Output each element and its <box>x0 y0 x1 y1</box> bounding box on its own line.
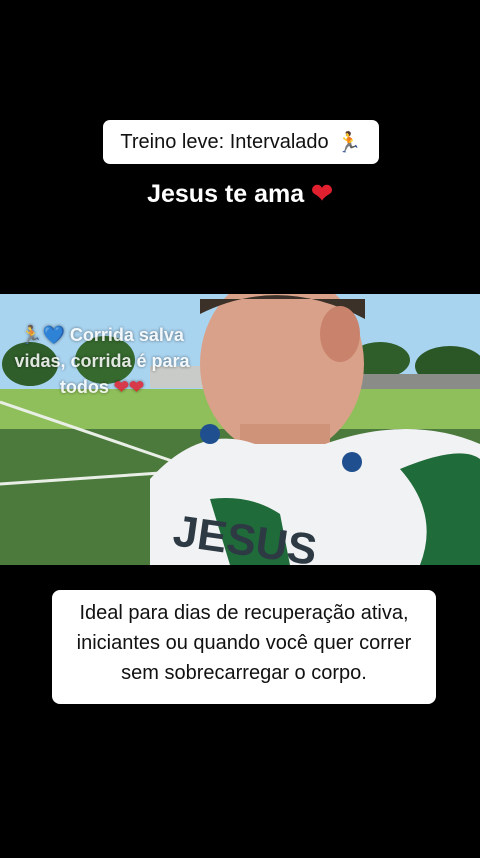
subtitle: Jesus te ama ❤ <box>0 178 480 209</box>
runner-icon: 🏃 <box>336 131 362 154</box>
video-overlay-text: 🏃💙 Corrida salva vidas, corrida é para t… <box>2 322 202 400</box>
caption-line-1: Ideal para dias de recuperação ativa, <box>79 602 409 624</box>
title-text: Treino leve: Intervalado <box>120 130 329 153</box>
caption-line-3: sem sobrecarregar o corpo. <box>121 662 367 684</box>
runner-icon: 🏃 <box>20 325 43 345</box>
subtitle-text: Jesus te ama <box>147 180 305 208</box>
red-heart-icon: ❤❤ <box>113 377 145 397</box>
title-pill: Treino leve: Intervalado 🏃 <box>103 120 379 164</box>
caption-box: Ideal para dias de recuperação ativa, in… <box>52 590 436 704</box>
caption-line-2: iniciantes ou quando você quer correr <box>76 632 412 654</box>
blue-heart-icon: 💙 <box>42 325 65 345</box>
red-heart-icon: ❤ <box>311 178 333 208</box>
